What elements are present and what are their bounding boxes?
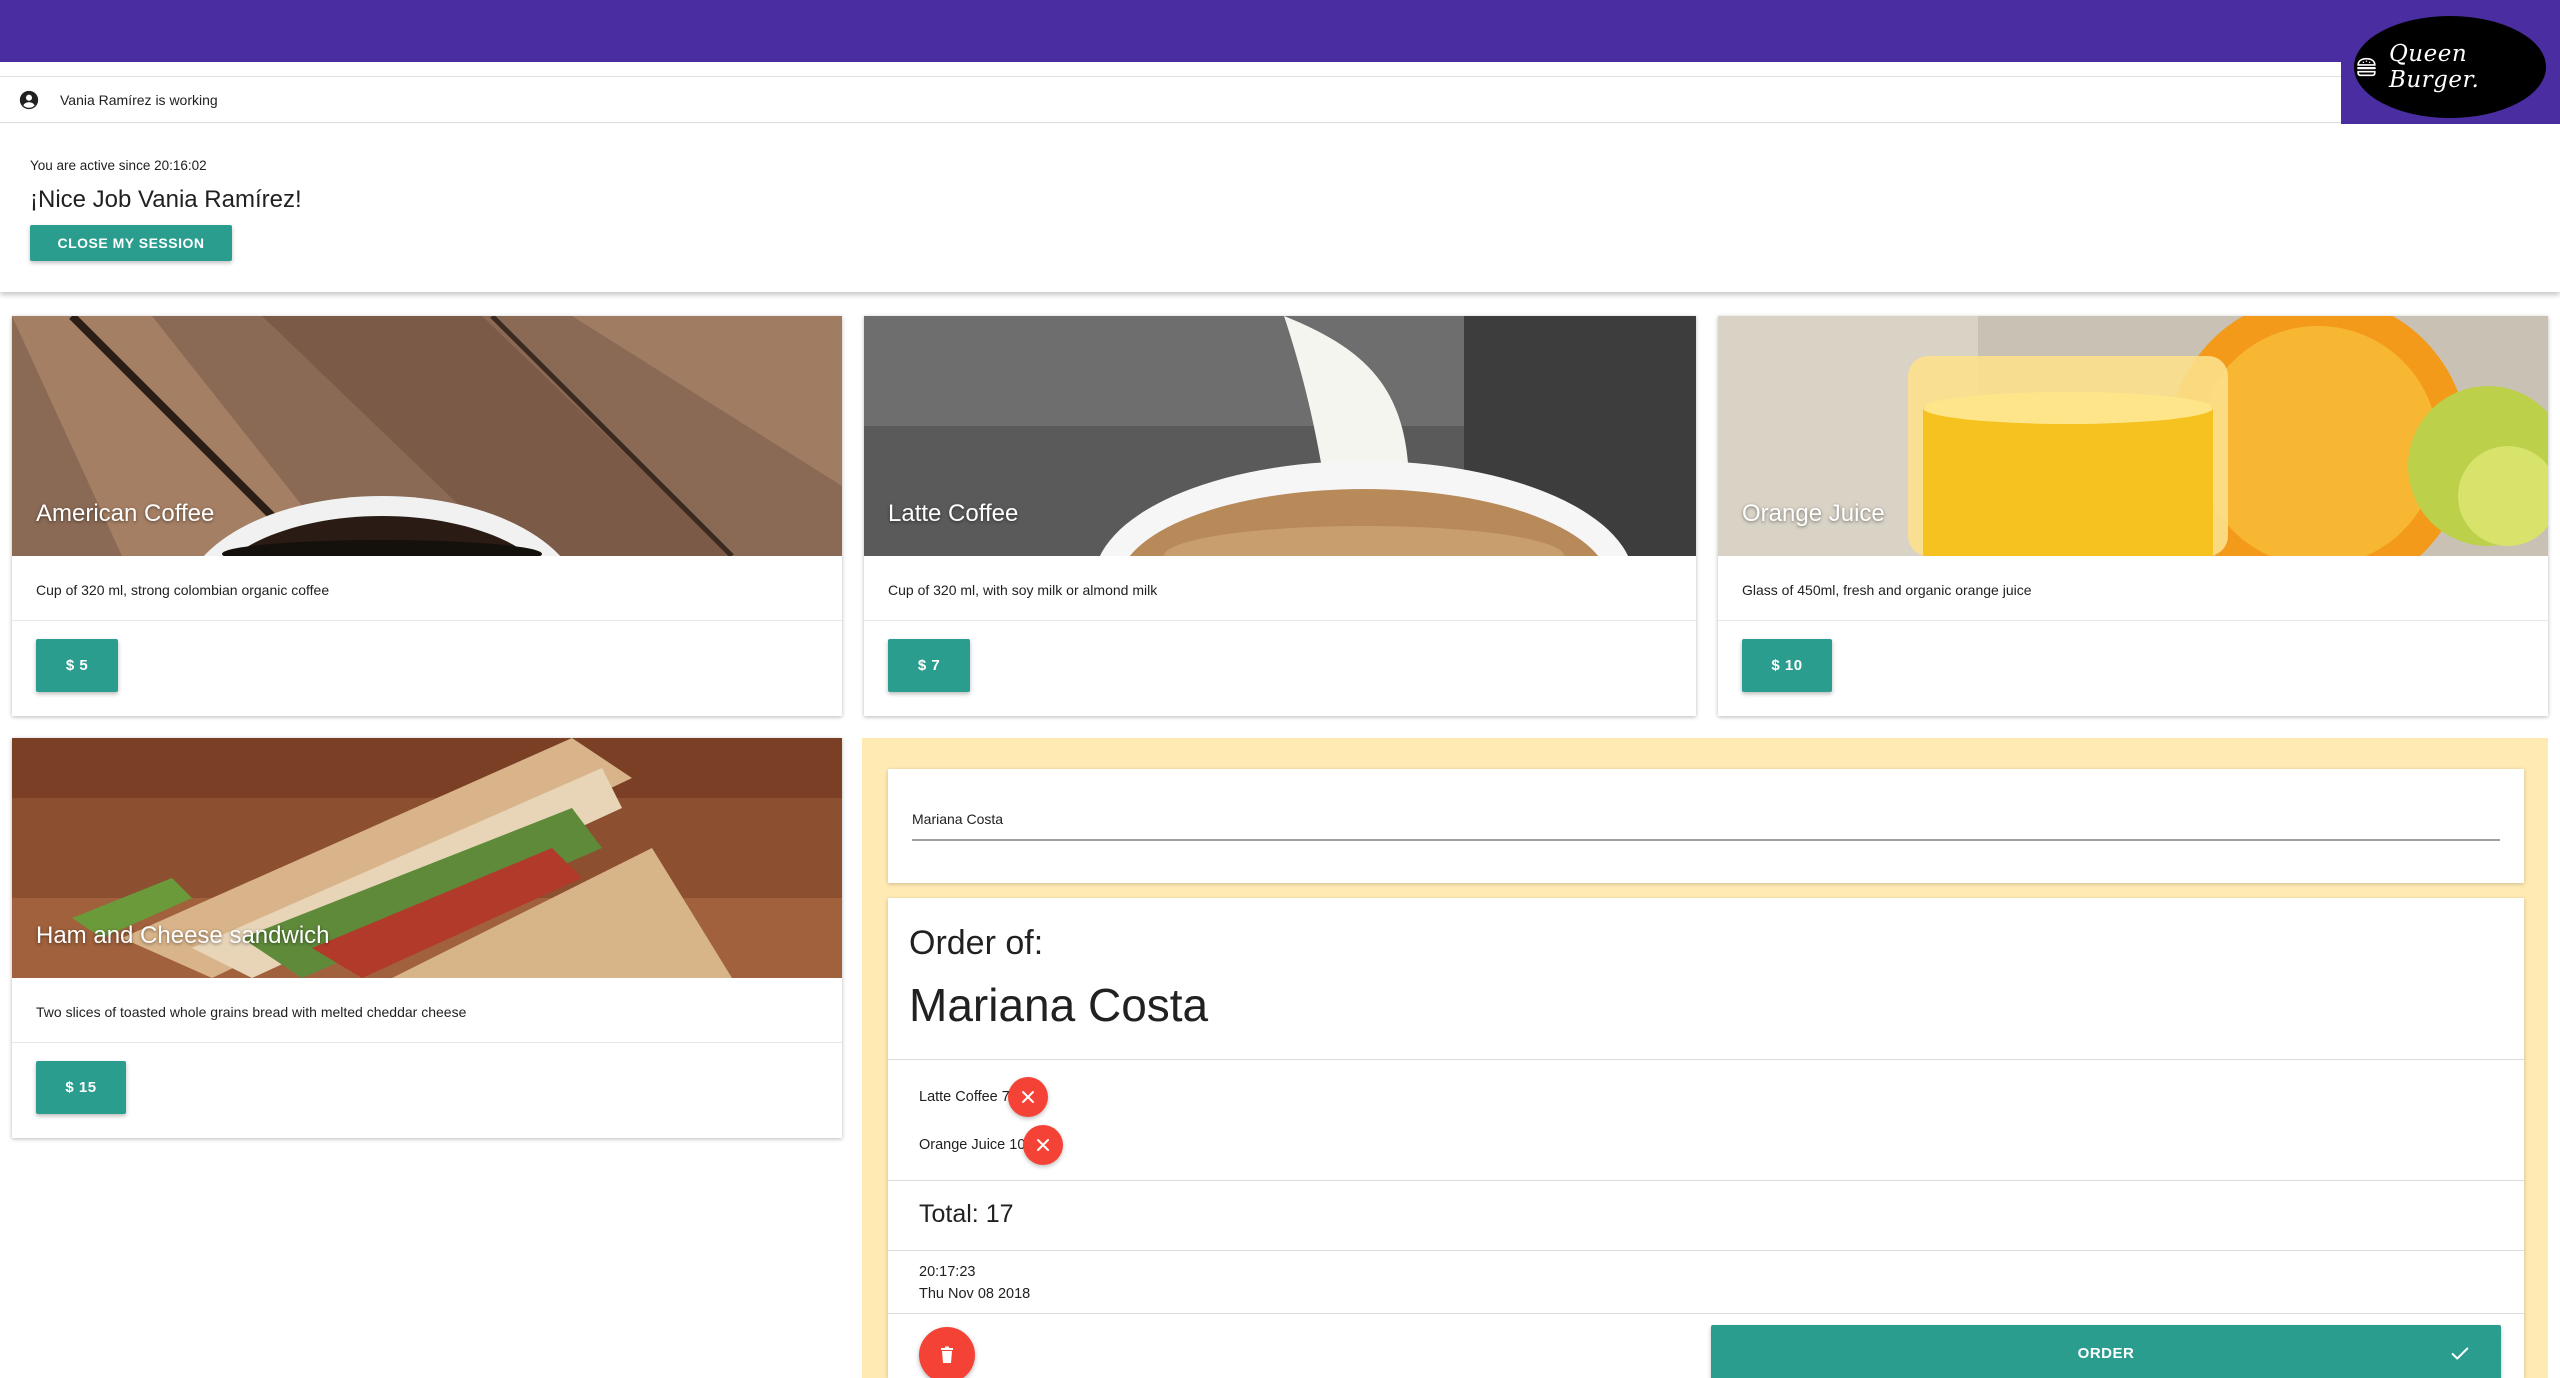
order-heading: Order of: [909, 924, 1044, 962]
user-status-text: Vania Ramírez is working [60, 91, 218, 108]
order-item: Latte Coffee 7 [919, 1077, 1048, 1117]
product-description: Two slices of toasted whole grains bread… [36, 1004, 467, 1020]
add-orange-juice-button[interactable]: $ 10 [1742, 639, 1832, 692]
product-card-ham-cheese-sandwich: Ham and Cheese sandwich Two slices of to… [12, 738, 842, 1138]
divider [888, 1059, 2524, 1060]
logo-text: Queen Burger. [2388, 41, 2480, 93]
add-ham-cheese-sandwich-button[interactable]: $ 15 [36, 1061, 126, 1114]
product-image: Ham and Cheese sandwich [12, 738, 842, 978]
product-image: Latte Coffee [864, 316, 1696, 556]
product-title: American Coffee [36, 500, 215, 527]
delete-order-button[interactable] [919, 1327, 975, 1378]
divider [888, 1313, 2524, 1314]
order-button-label: ORDER [2077, 1345, 2135, 1362]
add-american-coffee-button[interactable]: $ 5 [36, 639, 118, 692]
product-description: Glass of 450ml, fresh and organic orange… [1742, 582, 2032, 598]
customer-name-input[interactable] [912, 799, 2500, 841]
product-image: Orange Juice [1718, 316, 2548, 556]
close-icon [1021, 1091, 1034, 1103]
card-divider [12, 620, 842, 621]
order-time: 20:17:23 [919, 1264, 976, 1280]
check-icon [2451, 1347, 2469, 1360]
order-item-label: Orange Juice 10 [919, 1137, 1026, 1153]
order-date: Thu Nov 08 2018 [919, 1286, 1031, 1302]
account-circle-icon [19, 90, 39, 109]
user-status-bar: Vania Ramírez is working [0, 76, 2341, 123]
app-logo[interactable]: Queen Burger. [2354, 16, 2546, 118]
product-card-american-coffee: American Coffee Cup of 320 ml, strong co… [12, 316, 842, 716]
add-latte-coffee-button[interactable]: $ 7 [888, 639, 970, 692]
product-title: Latte Coffee [888, 500, 1019, 527]
order-item-label: Latte Coffee 7 [919, 1089, 1010, 1105]
trash-icon [941, 1346, 953, 1363]
card-divider [1718, 620, 2548, 621]
product-title: Ham and Cheese sandwich [36, 922, 330, 949]
remove-item-button[interactable] [1007, 1077, 1048, 1117]
product-card-orange-juice: Orange Juice Glass of 450ml, fresh and o… [1718, 316, 2548, 716]
product-description: Cup of 320 ml, with soy milk or almond m… [888, 582, 1158, 598]
submit-order-button[interactable]: ORDER [1711, 1325, 2501, 1378]
customer-name-card [888, 769, 2524, 883]
order-summary-card: Order of: Mariana Costa Latte Coffee 7 O… [888, 898, 2524, 1378]
close-session-button[interactable]: CLOSE MY SESSION [30, 225, 232, 261]
burger-icon [2357, 57, 2376, 77]
product-title: Orange Juice [1742, 500, 1885, 527]
order-total: Total: 17 [919, 1200, 1014, 1228]
product-image: American Coffee [12, 316, 842, 556]
order-item: Orange Juice 10 [919, 1125, 1064, 1165]
active-since-text: You are active since 20:16:02 [30, 158, 207, 173]
card-divider [864, 620, 1696, 621]
card-divider [12, 1042, 842, 1043]
close-icon [1037, 1139, 1050, 1151]
remove-item-button[interactable] [1023, 1125, 1064, 1165]
product-card-latte-coffee: Latte Coffee Cup of 320 ml, with soy mil… [864, 316, 1696, 716]
order-customer-name: Mariana Costa [909, 979, 1209, 1031]
divider [888, 1180, 2524, 1181]
session-panel: You are active since 20:16:02 ¡Nice Job … [0, 124, 2560, 292]
divider [888, 1250, 2524, 1251]
greeting-text: ¡Nice Job Vania Ramírez! [30, 186, 302, 213]
product-description: Cup of 320 ml, strong colombian organic … [36, 582, 330, 598]
app-header [0, 0, 2560, 62]
